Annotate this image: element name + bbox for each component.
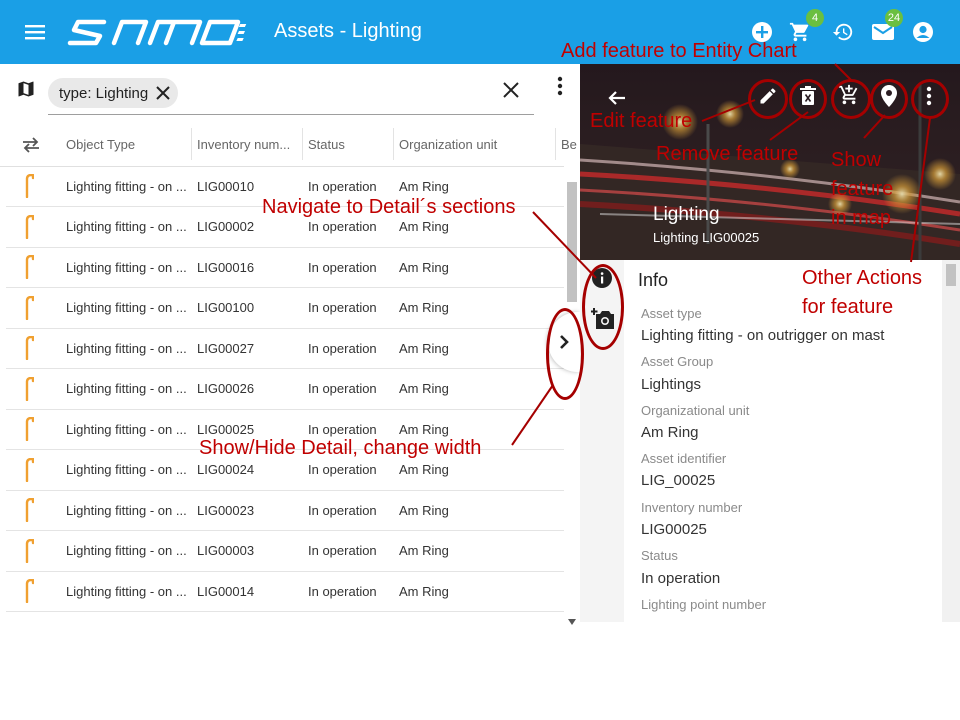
section-nav-highlight xyxy=(582,264,624,350)
annotation-show-feature-3: in map xyxy=(831,207,892,229)
annotation-show-feature-1: Show xyxy=(831,149,882,171)
annotation-other-actions-2: for feature xyxy=(802,296,894,318)
other-actions-highlight xyxy=(911,79,949,119)
edit-feature-highlight xyxy=(748,79,788,119)
annotation-navigate-sections: Navigate to Detail´s sections xyxy=(262,196,516,218)
add-feature-highlight xyxy=(831,79,871,119)
toggle-detail-highlight xyxy=(546,308,584,400)
annotation-show-hide-detail: Show/Hide Detail, change width xyxy=(199,437,482,459)
show-feature-highlight xyxy=(870,79,908,119)
annotation-other-actions-1: Other Actions xyxy=(802,267,923,289)
remove-feature-highlight xyxy=(789,79,827,119)
annotation-edit-feature: Edit feature xyxy=(590,110,693,132)
annotation-add-feature: Add feature to Entity Chart xyxy=(561,40,797,62)
annotation-show-feature-2: feature xyxy=(831,178,894,200)
annotation-remove-feature: Remove feature xyxy=(656,143,799,165)
